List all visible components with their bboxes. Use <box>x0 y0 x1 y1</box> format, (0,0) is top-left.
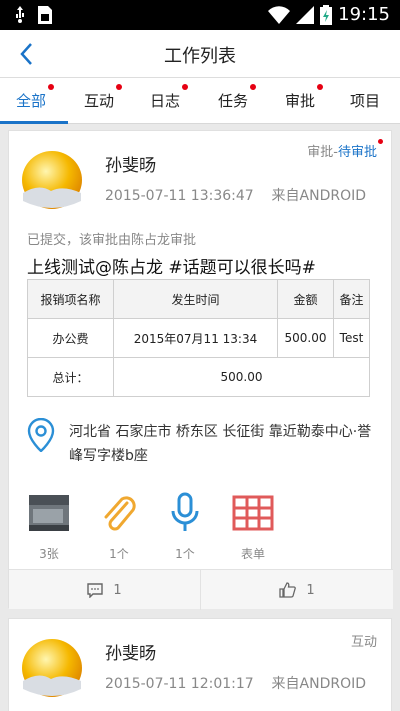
avatar[interactable] <box>21 149 83 211</box>
column-header: 报销项名称 <box>27 279 114 319</box>
tab-all[interactable]: 全部 <box>16 78 55 124</box>
table-cell: 500.00 <box>277 318 334 358</box>
tab-bar: 全部 互动 日志 任务 审批 项目 <box>0 78 400 124</box>
comment-button[interactable]: 1 <box>9 570 201 610</box>
table-total-row: 总计： 500.00 <box>27 357 370 397</box>
attachment-photos[interactable]: 3张 <box>19 491 79 561</box>
attachment-form[interactable]: 表单 <box>223 491 283 561</box>
status-bar: 19:15 <box>0 0 400 30</box>
attachment-voice[interactable]: 1个 <box>155 491 215 561</box>
usb-icon <box>16 6 24 23</box>
column-header: 备注 <box>333 279 370 319</box>
post-card[interactable]: 孙斐旸 2015-07-11 12:01:17 来自ANDROID 互动 <box>8 618 392 711</box>
tab-approval[interactable]: 审批 <box>285 78 324 124</box>
photo-thumbnail-icon <box>29 495 69 531</box>
form-grid-icon <box>232 495 274 531</box>
attachment-label: 3张 <box>39 547 59 561</box>
expense-table: 报销项名称 发生时间 金额 备注 办公费 2015年07月11 13:34 50… <box>27 279 370 397</box>
table-header-row: 报销项名称 发生时间 金额 备注 <box>27 279 370 319</box>
total-label: 总计： <box>27 357 114 397</box>
attachment-label: 1个 <box>109 547 129 561</box>
microphone-icon <box>171 492 199 531</box>
tab-dot <box>116 84 123 90</box>
tab-project[interactable]: 项目 <box>350 78 380 124</box>
author-name[interactable]: 孙斐旸 <box>105 639 156 664</box>
tab-task[interactable]: 任务 <box>218 78 257 124</box>
avatar[interactable] <box>21 637 83 699</box>
tab-dot <box>48 84 55 90</box>
post-actions: 1 1 <box>9 569 393 610</box>
location-text: 河北省 石家庄市 桥东区 长征街 靠近勒泰中心·誉峰写字楼b座 <box>69 424 372 464</box>
column-header: 发生时间 <box>113 279 278 319</box>
table-cell: 办公费 <box>27 318 114 358</box>
tab-dot <box>250 84 257 90</box>
sim-icon <box>38 6 52 24</box>
table-cell: 2015年07月11 13:34 <box>113 318 278 358</box>
location-pin-icon <box>27 418 55 452</box>
comment-icon <box>87 582 104 598</box>
total-value: 500.00 <box>113 357 370 397</box>
attachment-files[interactable]: 1个 <box>89 491 149 561</box>
tab-interaction[interactable]: 互动 <box>84 78 123 124</box>
comment-count: 1 <box>113 582 122 598</box>
post-card[interactable]: 孙斐旸 2015-07-11 13:36:47 来自ANDROID 审批-待审批… <box>8 130 393 610</box>
attachment-label: 1个 <box>175 547 195 561</box>
like-count: 1 <box>306 582 315 598</box>
attachment-label: 表单 <box>240 547 265 561</box>
page-title: 工作列表 <box>164 46 236 67</box>
author-name[interactable]: 孙斐旸 <box>105 151 156 176</box>
table-row: 办公费 2015年07月11 13:34 500.00 Test <box>27 318 370 358</box>
app-bar: 工作列表 <box>0 30 400 78</box>
clock: 19:15 <box>338 4 390 25</box>
battery-charging-icon <box>320 4 333 25</box>
approval-note: 已提交，该审批由陈占龙审批 <box>27 233 197 248</box>
paperclip-icon <box>104 496 136 531</box>
wifi-icon <box>268 5 291 24</box>
tab-dot <box>317 84 324 90</box>
status-badge: 互动 <box>350 635 377 650</box>
table-cell: Test <box>333 318 370 358</box>
tab-log[interactable]: 日志 <box>150 78 189 124</box>
column-header: 金额 <box>277 279 334 319</box>
status-badge: 审批-待审批 <box>307 139 383 160</box>
status-dot <box>378 139 383 144</box>
thumbs-up-icon <box>279 582 297 598</box>
signal-icon <box>296 5 315 24</box>
post-content: 上线测试@陈占龙 #话题可以很长吗# <box>27 258 316 278</box>
post-meta: 2015-07-11 12:01:17 来自ANDROID <box>105 676 367 692</box>
like-button[interactable]: 1 <box>201 570 393 610</box>
tab-dot <box>182 84 189 90</box>
post-meta: 2015-07-11 13:36:47 来自ANDROID <box>105 188 367 204</box>
active-tab-indicator <box>0 121 68 124</box>
